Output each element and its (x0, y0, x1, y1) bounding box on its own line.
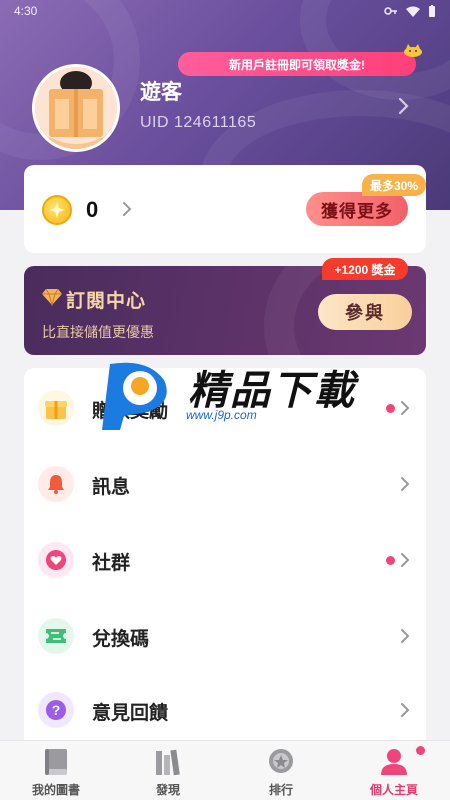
nav-discover[interactable]: 發現 (112, 741, 224, 800)
watermark-url: www.j9p.com (186, 408, 257, 422)
menu-item-messages[interactable]: 訊息 (24, 446, 426, 522)
chevron-right-icon (401, 401, 410, 415)
bottom-nav: 我的圖書 發現 排行 個人主頁 (0, 740, 450, 800)
coin-icon (42, 195, 72, 225)
watermark-logo-icon (102, 362, 167, 430)
get-more-button[interactable]: 獲得更多 (306, 192, 408, 226)
notification-dot (386, 556, 395, 565)
username[interactable]: 遊客 (140, 76, 182, 106)
book-icon (45, 749, 67, 775)
status-icons (384, 5, 436, 17)
diamond-icon (42, 288, 62, 306)
battery-icon (429, 5, 435, 17)
bonus-badge: +1200 獎金 (322, 258, 408, 280)
user-icon (381, 749, 407, 775)
subscription-description: 比直接儲值更優惠 (42, 324, 154, 340)
avatar[interactable] (32, 64, 120, 152)
notification-dot (416, 746, 425, 755)
nav-label: 排行 (268, 783, 293, 797)
max-bonus-badge: 最多30% (362, 174, 426, 196)
notification-dot (386, 404, 395, 413)
bookshelf-icon (156, 749, 180, 776)
menu-item-label: 兌換碼 (92, 629, 150, 650)
status-bar: 4:30 (0, 0, 450, 22)
nav-label: 我的圖書 (31, 783, 80, 797)
watermark: 精品下載 www.j9p.com (88, 356, 358, 436)
wallet-card[interactable]: 0 獲得更多 最多30% (24, 165, 426, 253)
signup-promo-banner[interactable]: 新用戶註冊即可領取獎金! (178, 52, 416, 76)
question-icon: ? (38, 692, 74, 728)
menu-item-label: 訊息 (92, 477, 131, 498)
subscription-title: 訂閱中心 (66, 291, 147, 312)
medal-icon (269, 749, 293, 773)
menu-item-redeem-code[interactable]: 兌換碼 (24, 598, 426, 674)
chevron-right-icon (401, 629, 410, 643)
user-id: UID 124611165 (140, 114, 257, 131)
gift-icon (38, 390, 74, 426)
chevron-right-icon[interactable] (122, 201, 132, 217)
nav-profile[interactable]: 個人主頁 (338, 741, 450, 800)
bell-icon (38, 466, 74, 502)
menu-item-label: 意見回饋 (92, 703, 169, 724)
svg-text:?: ? (52, 702, 61, 718)
profile-chevron-right-icon[interactable] (398, 97, 410, 115)
chevron-right-icon (401, 477, 410, 491)
join-button[interactable]: 參與 (318, 294, 412, 330)
menu-item-community[interactable]: 社群 (24, 522, 426, 598)
ticket-icon (38, 618, 74, 654)
nav-my-books[interactable]: 我的圖書 (0, 741, 112, 800)
chevron-right-icon (401, 553, 410, 567)
chevron-right-icon (401, 703, 410, 717)
nav-ranking[interactable]: 排行 (225, 741, 337, 800)
menu-item-feedback[interactable]: ? 意見回饋 (24, 672, 426, 748)
reader-avatar-icon (35, 67, 117, 149)
nav-label: 個人主頁 (369, 783, 418, 797)
heart-chat-icon (38, 542, 74, 578)
menu-item-label: 社群 (92, 553, 131, 574)
coin-balance: 0 (86, 197, 99, 222)
key-icon (384, 7, 397, 15)
wifi-icon (406, 6, 420, 17)
cat-mascot-icon (404, 44, 422, 57)
status-time: 4:30 (14, 4, 38, 18)
nav-label: 發現 (155, 783, 180, 797)
